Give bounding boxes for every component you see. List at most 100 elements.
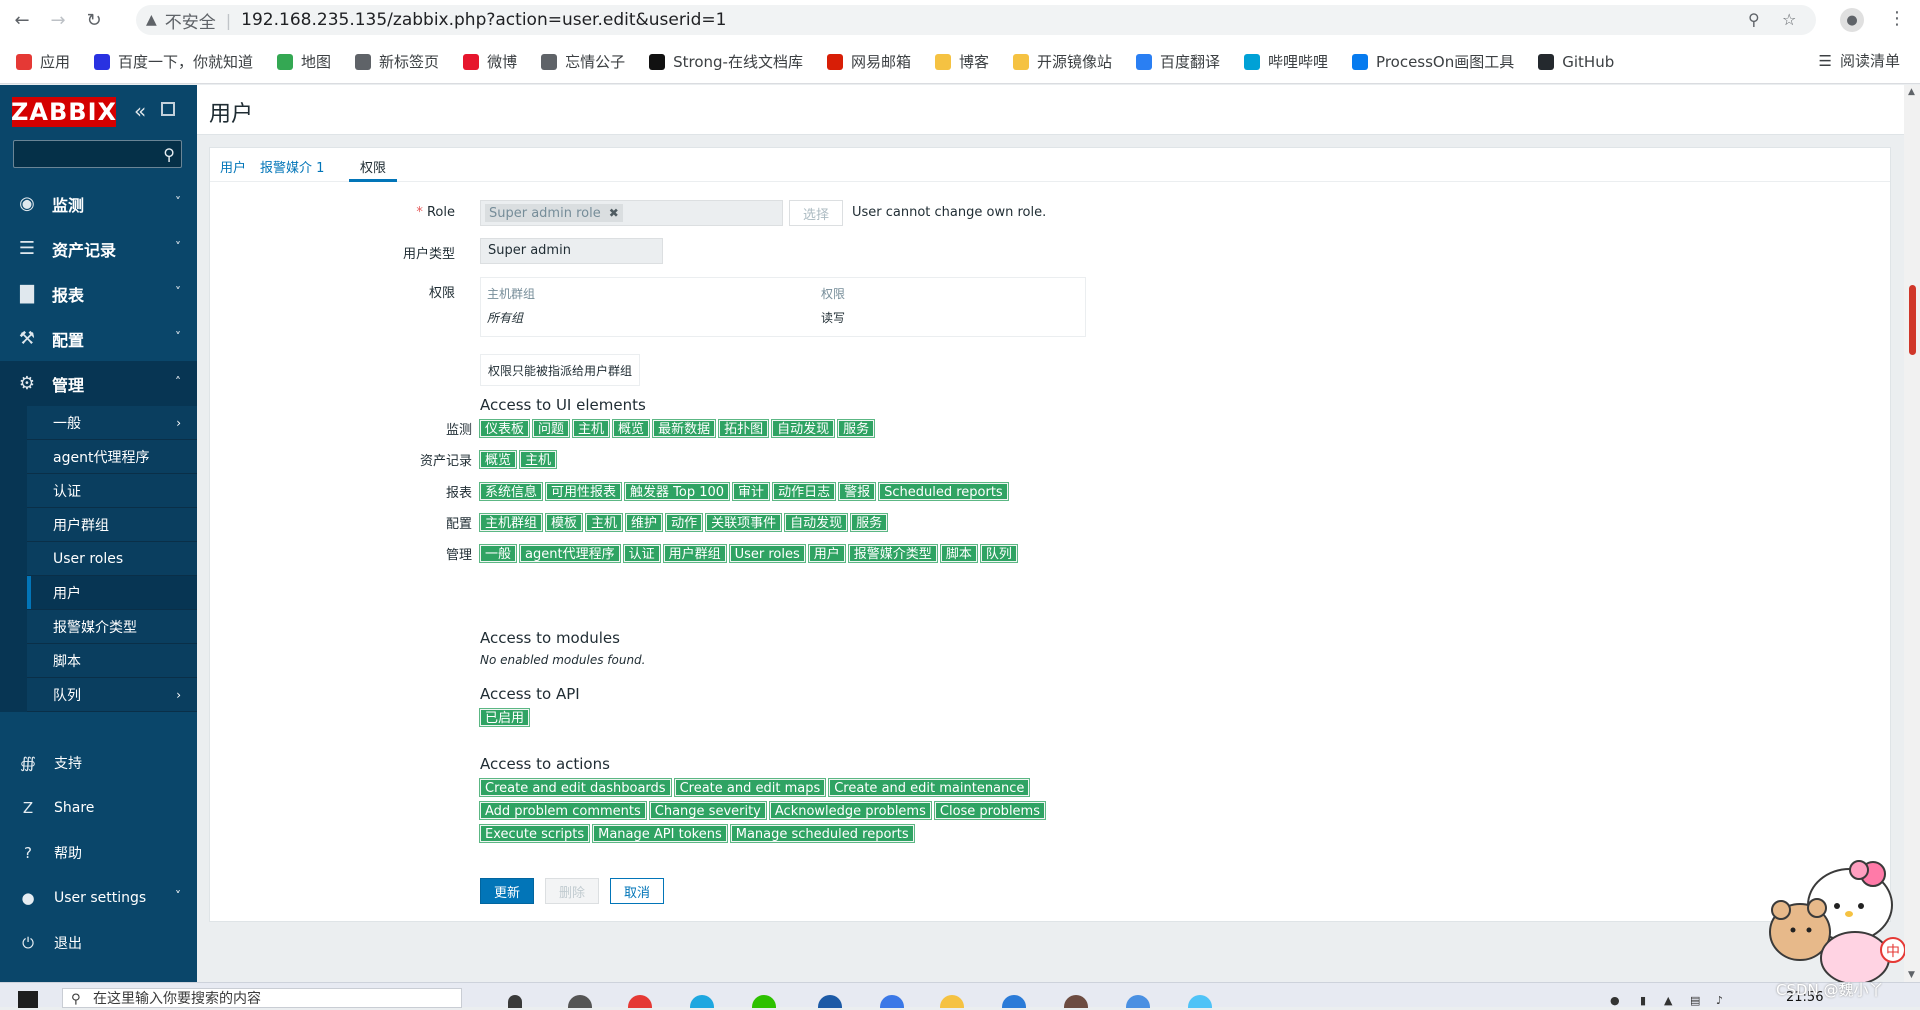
bookmark-label: GitHub (1562, 52, 1615, 71)
submenu-item[interactable]: 报警媒介类型 (27, 610, 197, 644)
menu-item-0[interactable]: ◉ 监测 ˅ (0, 181, 197, 226)
address-bar[interactable]: ▲ 不安全 | 192.168.235.135/zabbix.php?actio… (136, 5, 1816, 35)
bottom-menu-item[interactable]: ∰ 支持 (0, 740, 197, 785)
submenu-item[interactable]: 认证 (27, 474, 197, 508)
bookmark-item[interactable]: 网易邮箱 (826, 51, 911, 72)
bookmark-label: 博客 (958, 53, 989, 71)
network-icon[interactable]: ▤ (1690, 994, 1700, 1007)
bookmark-item[interactable]: 哔哩哔哩 (1244, 51, 1328, 72)
bookmark-item[interactable]: 博客 (934, 51, 989, 72)
menu-kebab-icon[interactable]: ⋮ (1888, 8, 1906, 29)
kiosk-mode-icon[interactable] (161, 102, 175, 116)
taskbar-app-icon[interactable] (1002, 995, 1026, 1008)
bookmark-item[interactable]: 百度一下，你就知道 (94, 51, 253, 72)
star-icon[interactable]: ☆ (1782, 10, 1796, 29)
menu-item-1[interactable]: ☰ 资产记录 ˅ (0, 226, 197, 271)
submenu-item[interactable]: 一般 › (27, 406, 197, 440)
bottom-menu-item[interactable]: ⏻ 退出 (0, 920, 197, 965)
sidebar-search-input[interactable]: ⚲ (13, 140, 182, 168)
bookmark-item[interactable]: 开源镜像站 (1012, 51, 1112, 72)
search-icon[interactable]: ⚲ (163, 145, 175, 164)
bookmark-item[interactable]: 百度翻译 (1136, 51, 1220, 72)
menu-item-3[interactable]: ⚒ 配置 ˅ (0, 316, 197, 361)
collapse-sidebar-icon[interactable]: « (134, 99, 146, 123)
actions-tags: Create and edit dashboards Create and edi… (478, 778, 1080, 848)
page-scrollbar[interactable]: ▲ ▼ (1904, 85, 1920, 982)
bottom-menu-item[interactable]: ● User settings ˅ (0, 875, 197, 920)
zoom-icon[interactable]: ⚲ (1748, 10, 1760, 29)
ui-permission-tag: 概览 (612, 419, 651, 438)
forward-icon[interactable]: → (44, 6, 72, 34)
chrome-icon[interactable] (628, 995, 652, 1008)
scroll-down-icon[interactable]: ▼ (1908, 970, 1915, 980)
bookmark-item[interactable]: 地图 (277, 51, 331, 72)
scroll-thumb[interactable] (1909, 285, 1916, 355)
volume-icon[interactable]: ♪ (1716, 994, 1723, 1007)
profile-avatar-icon[interactable]: ● (1840, 8, 1864, 32)
active-tab-indicator (349, 179, 397, 182)
ui-permission-tag: 认证 (622, 544, 661, 563)
ui-permission-tag: 概览 (478, 450, 518, 469)
taskbar-app-icon[interactable] (568, 995, 592, 1008)
windows-start-icon[interactable] (18, 991, 38, 1008)
submenu-item[interactable]: 脚本 (27, 644, 197, 678)
bookmark-icon (1012, 53, 1029, 70)
submenu-item[interactable]: 用户群组 (27, 508, 197, 542)
actions-row: Create and edit dashboards Create and edi… (479, 778, 1080, 797)
cancel-button[interactable]: 取消 (610, 878, 664, 904)
action-permission-tag: Create and edit dashboards (479, 778, 672, 797)
task-view-icon[interactable] (508, 995, 522, 1008)
submenu-item[interactable]: 队列 › (27, 678, 197, 712)
ui-permission-tag: 主机 (519, 450, 558, 469)
ui-permission-tag: 关联项事件 (705, 513, 783, 532)
tray-icon[interactable]: ▲ (1664, 994, 1672, 1007)
file-explorer-icon[interactable] (940, 995, 964, 1008)
bottom-menu-label: 退出 (54, 935, 82, 952)
edge-icon[interactable] (690, 995, 714, 1008)
taskbar-app-icon[interactable] (818, 995, 842, 1008)
reading-list-button[interactable]: ☰ 阅读清单 (1819, 50, 1900, 71)
menu-item-4[interactable]: ⚙ 管理 ˄ (0, 361, 197, 406)
bookmark-item[interactable]: 新标签页 (355, 51, 439, 72)
scroll-up-icon[interactable]: ▲ (1908, 87, 1915, 97)
bookmark-item[interactable]: 忘情公子 (541, 51, 625, 72)
wechat-icon[interactable] (752, 995, 776, 1008)
bookmark-label: 百度翻译 (1160, 53, 1221, 71)
bookmark-item[interactable]: 微博 (463, 51, 517, 72)
menu-item-2[interactable]: ▇ 报表 ˅ (0, 271, 197, 316)
tray-icon[interactable]: ● (1610, 994, 1620, 1007)
submenu-item[interactable]: agent代理程序 (27, 440, 197, 474)
tab-media[interactable]: 报警媒介 1 (260, 157, 324, 176)
url-text[interactable]: 192.168.235.135/zabbix.php?action=user.e… (241, 10, 726, 30)
reload-icon[interactable]: ↻ (80, 6, 108, 34)
usertype-label: 用户类型 (402, 247, 455, 262)
page-header: 用户 (197, 85, 1904, 135)
taskbar-app-icon[interactable] (880, 995, 904, 1008)
reading-list-icon: ☰ (1818, 51, 1832, 70)
taskbar-app-icon[interactable] (1064, 995, 1088, 1008)
bookmark-item[interactable]: Strong-在线文档库 (649, 51, 803, 72)
ui-permission-tag: 脚本 (939, 544, 978, 563)
zabbix-logo[interactable]: ZABBIX (11, 97, 116, 127)
taskbar-app-icon[interactable] (1188, 995, 1212, 1008)
tab-permissions[interactable]: 权限 (360, 157, 386, 176)
bottom-menu-item[interactable]: Z Share (0, 785, 197, 830)
tray-icon[interactable]: ▮ (1640, 994, 1646, 1007)
role-multiselect[interactable]: Super admin role ✖ (480, 200, 783, 226)
submenu-label: User roles (53, 550, 124, 567)
taskbar-app-icon[interactable] (1126, 995, 1150, 1008)
api-title: Access to API (480, 685, 580, 703)
back-icon[interactable]: ← (8, 6, 36, 34)
tab-user[interactable]: 用户 (220, 157, 246, 176)
submenu-item[interactable]: User roles (27, 542, 197, 576)
bookmark-item[interactable]: 应用 (16, 51, 70, 72)
bookmark-item[interactable]: ProcessOn画图工具 (1352, 51, 1514, 72)
bookmark-item[interactable]: GitHub (1538, 53, 1614, 71)
update-button[interactable]: 更新 (480, 878, 534, 904)
submenu-item[interactable]: 用户 (27, 576, 197, 610)
bottom-menu-label: User settings (54, 889, 147, 906)
bottom-menu-item[interactable]: ? 帮助 (0, 830, 197, 875)
menu-label: 报表 (52, 285, 85, 305)
taskbar-search-input[interactable]: ⚲ 在这里输入你要搜索的内容 (62, 988, 462, 1008)
tab-bar: 用户 报警媒介 1 权限 (210, 148, 1890, 182)
